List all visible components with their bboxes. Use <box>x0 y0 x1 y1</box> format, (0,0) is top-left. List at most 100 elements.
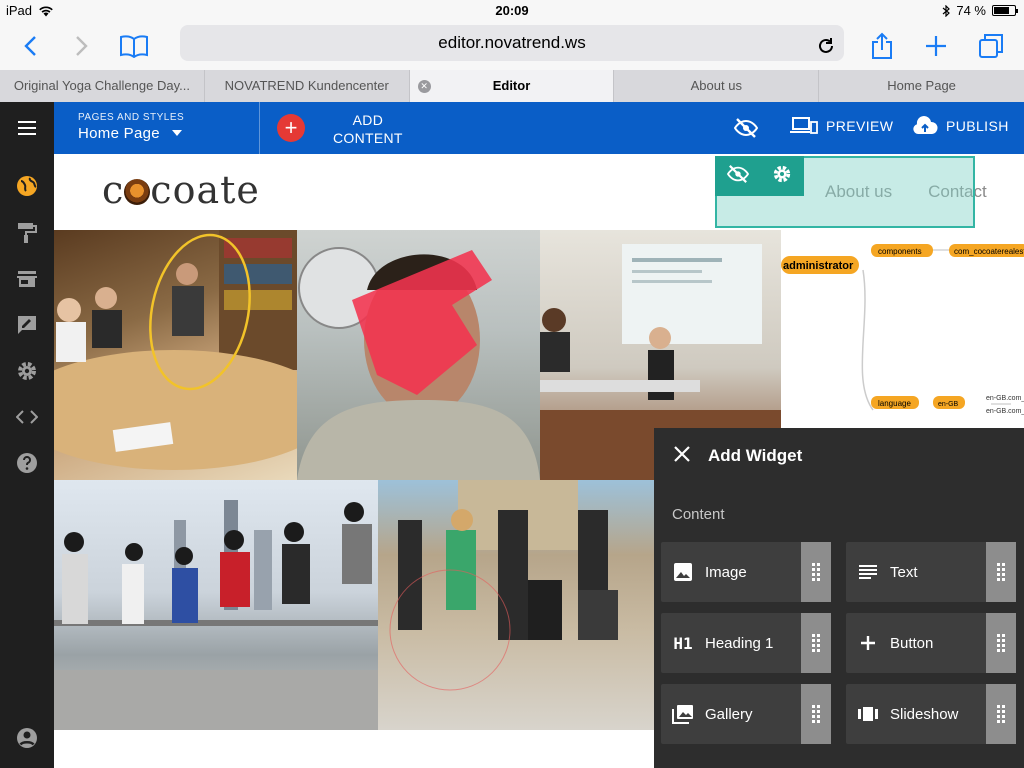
new-tab-button[interactable] <box>918 28 954 64</box>
share-button[interactable] <box>864 28 900 64</box>
add-content-label[interactable]: ADD CONTENT <box>333 111 403 147</box>
chevron-left-icon <box>24 36 36 56</box>
account-icon <box>17 728 37 748</box>
clock: 20:09 <box>495 3 529 18</box>
close-icon <box>674 445 690 462</box>
tabs-icon <box>979 34 1003 58</box>
toolbar-divider <box>259 102 260 154</box>
address-bar[interactable]: editor.novatrend.ws <box>180 25 844 61</box>
status-bar: iPad 20:09 74 % <box>0 0 1024 22</box>
book-icon <box>120 35 148 58</box>
widget-text[interactable]: Text <box>846 542 1016 602</box>
browser-toolbar: editor.novatrend.ws <box>0 22 1024 70</box>
editor-toolbar: PAGES AND STYLES Home Page + ADD CONTENT… <box>0 102 1024 154</box>
slideshow-icon <box>858 707 878 721</box>
widget-button[interactable]: Button <box>846 613 1016 673</box>
photo-outdoor-illustration <box>389 480 618 691</box>
panel-title: Add Widget <box>708 446 803 465</box>
menu-button[interactable] <box>0 102 54 154</box>
tabs-button[interactable] <box>973 28 1009 64</box>
plus-icon <box>861 636 875 650</box>
gear-icon <box>18 362 36 380</box>
drag-handle[interactable] <box>986 542 1016 602</box>
widget-toolbar <box>715 156 804 196</box>
code-icon <box>16 410 38 424</box>
pages-label: PAGES AND STYLES <box>78 112 185 123</box>
drag-handle[interactable] <box>801 542 831 602</box>
plus-icon <box>926 36 946 56</box>
photo-jumping-group[interactable] <box>54 480 378 730</box>
photo-mindmap[interactable]: administrator components com_cocoatereal… <box>781 230 1024 430</box>
devices-icon <box>790 117 818 134</box>
preview-button[interactable]: PREVIEW <box>790 116 893 136</box>
tab-about-us[interactable]: About us <box>614 70 820 102</box>
widget-heading-1[interactable]: H1 Heading 1 <box>661 613 831 673</box>
url-text: editor.novatrend.ws <box>438 33 586 52</box>
close-tab-icon[interactable]: ✕ <box>417 80 431 93</box>
photo-workshop[interactable] <box>54 230 297 480</box>
sidebar-item-settings[interactable] <box>15 359 39 383</box>
tab-home-page[interactable]: Home Page <box>819 70 1024 102</box>
plus-icon: + <box>284 115 298 140</box>
photo-outdoor-group[interactable] <box>378 480 654 730</box>
section-heading: Content <box>672 506 725 523</box>
store-icon <box>17 271 37 287</box>
battery-percent: 74 % <box>956 3 986 18</box>
bluetooth-icon <box>942 4 951 17</box>
tab-yoga[interactable]: Original Yoga Challenge Day... <box>0 70 205 102</box>
hide-button[interactable] <box>733 117 759 144</box>
svg-text:components: components <box>878 247 922 256</box>
tab-kundencenter[interactable]: NOVATREND Kundencenter <box>205 70 410 102</box>
bookmarks-button[interactable] <box>116 28 152 64</box>
sidebar-item-site[interactable] <box>15 174 39 198</box>
site-logo[interactable]: c coate <box>102 168 260 212</box>
cloud-upload-icon <box>913 116 938 134</box>
widget-image[interactable]: Image <box>661 542 831 602</box>
close-panel-button[interactable] <box>674 445 690 467</box>
reload-icon[interactable] <box>816 33 836 69</box>
editor-sidebar <box>0 154 54 768</box>
drag-handle[interactable] <box>986 684 1016 744</box>
current-page: Home Page <box>78 125 160 142</box>
sidebar-item-account[interactable] <box>15 726 39 750</box>
svg-text:en-GB.com_: en-GB.com_ <box>986 408 1024 415</box>
share-icon <box>872 32 892 59</box>
back-button[interactable] <box>12 28 48 64</box>
paint-roller-icon <box>18 223 37 243</box>
photo-jumping-illustration <box>54 500 378 730</box>
svg-text:en-GB.com_: en-GB.com_ <box>986 395 1024 402</box>
photo-man-illustration <box>297 247 540 480</box>
widget-settings-button[interactable] <box>772 164 792 189</box>
sidebar-item-store[interactable] <box>15 267 39 291</box>
globe-icon <box>17 176 37 196</box>
photo-man-portrait[interactable] <box>297 230 540 480</box>
mindmap-diagram: administrator components com_cocoatereal… <box>781 244 1024 415</box>
drag-handle[interactable] <box>801 684 831 744</box>
photo-workshop-illustration <box>54 230 297 470</box>
eye-off-icon <box>726 164 749 183</box>
battery-icon <box>992 5 1018 16</box>
widget-gallery[interactable]: Gallery <box>661 684 831 744</box>
feedback-icon <box>18 316 36 334</box>
svg-text:language: language <box>878 399 911 408</box>
tab-bar: Original Yoga Challenge Day... NOVATREND… <box>0 70 1024 102</box>
drag-handle[interactable] <box>801 613 831 673</box>
tab-editor[interactable]: ✕ Editor <box>409 70 615 102</box>
publish-button[interactable]: PUBLISH <box>912 116 1009 136</box>
sidebar-item-code[interactable] <box>15 405 39 429</box>
pages-and-styles-dropdown[interactable]: PAGES AND STYLES Home Page <box>78 112 184 142</box>
chevron-right-icon <box>76 36 88 56</box>
hide-widget-button[interactable] <box>726 164 749 189</box>
forward-button[interactable] <box>64 28 100 64</box>
widget-slideshow[interactable]: Slideshow <box>846 684 1016 744</box>
gear-icon <box>774 165 791 182</box>
add-widget-panel: Add Widget Content Image Text H1 Heading… <box>654 428 1024 768</box>
hamburger-icon <box>18 121 36 135</box>
add-content-button[interactable]: + <box>277 114 305 142</box>
drag-handle[interactable] <box>986 613 1016 673</box>
sidebar-item-feedback[interactable] <box>15 313 39 337</box>
svg-text:administrator: administrator <box>783 260 854 272</box>
sidebar-item-help[interactable] <box>15 451 39 475</box>
sidebar-item-styles[interactable] <box>15 221 39 245</box>
caret-down-icon <box>172 130 183 136</box>
